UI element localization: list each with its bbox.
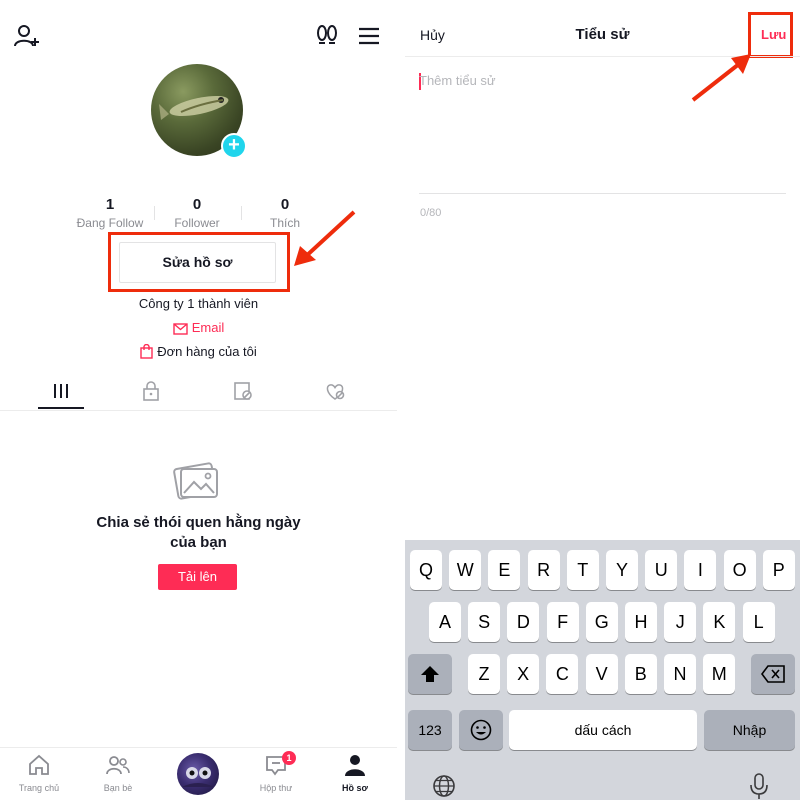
nav-home-label: Trang chủ (18, 783, 60, 793)
shopping-bag-icon (140, 344, 153, 359)
nav-home[interactable]: Trang chủ (9, 754, 69, 793)
backspace-icon (761, 665, 785, 683)
empty-state-title: Chia sẻ thói quen hằng ngày của bạn (0, 513, 397, 553)
likes-count: 0 (280, 196, 290, 213)
key-t[interactable]: T (566, 550, 599, 590)
inbox-badge: 1 (282, 751, 296, 765)
follower-stat[interactable]: 0 Follower (152, 196, 242, 230)
key-a[interactable]: A (429, 602, 461, 642)
key-i[interactable]: I (684, 550, 717, 590)
email-link[interactable]: Email (0, 320, 397, 335)
likes-label: Thích (269, 216, 300, 230)
empty-state-title-line2: của bạn (170, 534, 227, 551)
bio-editor-screen: Hủy Tiểu sử Lưu Thêm tiểu sử 0/80 QWERTY… (405, 0, 800, 800)
my-orders-link[interactable]: Đơn hàng của tôi (0, 344, 397, 359)
bio-input[interactable]: Thêm tiểu sử (419, 73, 496, 88)
nav-inbox[interactable]: Hộp thư (246, 754, 306, 793)
key-l[interactable]: L (742, 602, 775, 642)
key-c[interactable]: C (546, 654, 579, 694)
space-key[interactable]: dấu cách (509, 710, 697, 750)
key-w[interactable]: W (449, 550, 482, 590)
microphone-icon[interactable] (750, 773, 768, 800)
menu-icon[interactable] (355, 22, 383, 50)
key-f[interactable]: F (546, 602, 579, 642)
footprint-icon[interactable] (313, 22, 341, 50)
backspace-key[interactable] (751, 654, 795, 694)
header-divider (405, 56, 800, 57)
following-label: Đang Follow (76, 216, 144, 230)
email-label: Email (191, 320, 225, 335)
key-s[interactable]: S (468, 602, 501, 642)
profile-icon (345, 755, 365, 776)
key-q[interactable]: Q (410, 550, 442, 590)
key-n[interactable]: N (664, 654, 696, 694)
page-title: Tiểu sử (575, 26, 630, 43)
nav-profile[interactable]: Hồ sơ (325, 754, 385, 793)
key-z[interactable]: Z (468, 654, 500, 694)
following-count: 1 (105, 196, 115, 213)
key-e[interactable]: E (488, 550, 521, 590)
shift-key[interactable] (408, 654, 452, 694)
create-button[interactable] (177, 753, 219, 795)
tagged-icon[interactable] (232, 381, 254, 401)
key-v[interactable]: V (585, 654, 618, 694)
bottom-nav: Trang chủ Bạn bè Hộp thư 1 Hồ sơ (0, 747, 397, 800)
grid-icon[interactable] (50, 381, 72, 401)
key-j[interactable]: J (664, 602, 697, 642)
profile-screen: + 1 Đang Follow 0 Follower 0 Thích Sửa h… (0, 0, 397, 800)
key-m[interactable]: M (703, 654, 736, 694)
upload-button[interactable]: Tải lên (158, 564, 237, 590)
bio-text: Công ty 1 thành viên (138, 296, 259, 311)
avatar-thumbnail (182, 767, 214, 787)
nav-friends-label: Bạn bè (103, 783, 133, 793)
key-k[interactable]: K (703, 602, 736, 642)
nav-friends[interactable]: Bạn bè (88, 754, 148, 793)
likes-stat[interactable]: 0 Thích (240, 196, 330, 230)
liked-icon[interactable] (324, 381, 346, 401)
key-u[interactable]: U (645, 550, 678, 590)
char-counter: 0/80 (420, 207, 442, 219)
follower-label: Follower (174, 216, 220, 230)
nav-inbox-label: Hộp thư (259, 783, 293, 793)
key-b[interactable]: B (624, 654, 657, 694)
following-stat[interactable]: 1 Đang Follow (65, 196, 155, 230)
key-y[interactable]: Y (606, 550, 638, 590)
highlight-box (748, 12, 793, 58)
return-key[interactable]: Nhập (704, 710, 795, 750)
friends-icon (106, 756, 130, 775)
key-r[interactable]: R (527, 550, 560, 590)
add-avatar-button[interactable]: + (221, 133, 247, 159)
key-o[interactable]: O (723, 550, 756, 590)
key-g[interactable]: G (585, 602, 618, 642)
emoji-icon (470, 719, 492, 741)
photo-icon (173, 462, 218, 500)
tabs-divider (0, 410, 397, 411)
nav-profile-label: Hồ sơ (342, 783, 368, 793)
empty-state-title-line1: Chia sẻ thói quen hằng ngày (96, 514, 301, 531)
add-friend-icon[interactable] (13, 22, 41, 50)
active-tab-indicator (38, 407, 84, 409)
key-p[interactable]: P (762, 550, 795, 590)
key-x[interactable]: X (507, 654, 540, 694)
lock-icon[interactable] (140, 381, 162, 401)
key-d[interactable]: D (507, 602, 540, 642)
annotation-arrow (691, 54, 751, 102)
my-orders-label: Đơn hàng của tôi (157, 344, 257, 359)
follower-count: 0 (192, 196, 202, 213)
highlight-box (108, 232, 290, 292)
key-h[interactable]: H (625, 602, 657, 642)
globe-icon[interactable] (432, 774, 456, 798)
numbers-key[interactable]: 123 (408, 710, 452, 750)
shift-icon (421, 666, 439, 682)
emoji-key[interactable] (459, 710, 503, 750)
mail-icon (173, 323, 188, 335)
on-screen-keyboard: QWERTYUIOP ASDFGHJKL ZXCVBNM 123 dấu các… (405, 540, 800, 800)
input-divider (419, 193, 786, 194)
home-icon (29, 754, 49, 775)
